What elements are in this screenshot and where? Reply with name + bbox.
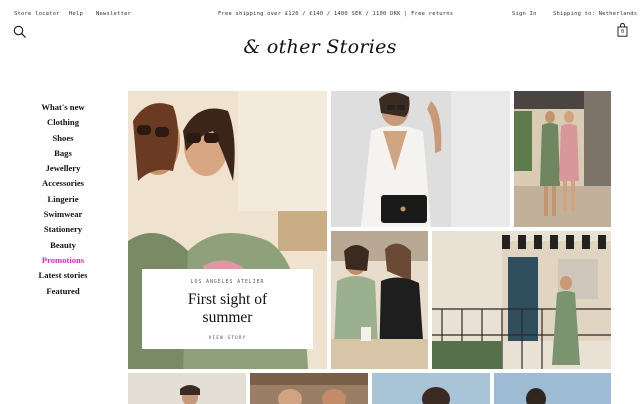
story-headline-line2: summer xyxy=(202,309,253,326)
image-woman-by-house[interactable] xyxy=(432,231,611,369)
image-women-cafe[interactable] xyxy=(331,231,428,369)
image-bottom-1[interactable] xyxy=(128,373,246,404)
nav-item-swimwear[interactable]: Swimwear xyxy=(20,207,106,222)
nav-item-latest-stories[interactable]: Latest stories xyxy=(20,268,106,283)
nav-item-bags[interactable]: Bags xyxy=(20,146,106,161)
shipping-notice: Free shipping over £120 / €140 / 1400 SE… xyxy=(218,11,454,17)
shipping-to-selector[interactable]: Shipping to: Netherlands xyxy=(553,11,637,17)
nav-item-jewellery[interactable]: Jewellery xyxy=(20,161,106,176)
view-story-link[interactable]: VIEW STORY xyxy=(142,336,313,341)
utility-bar: Store locator Help Newsletter Free shipp… xyxy=(0,0,640,26)
feature-story-card[interactable]: LOS ANGELES ATELIER First sight of summe… xyxy=(142,269,313,349)
image-white-jumpsuit-belt-bag[interactable] xyxy=(331,91,510,227)
nav-item-featured[interactable]: Featured xyxy=(20,284,106,299)
image-women-on-steps[interactable] xyxy=(514,91,611,227)
brand-logo[interactable]: & other Stories xyxy=(0,36,640,58)
category-nav: What's new Clothing Shoes Bags Jewellery… xyxy=(20,100,106,299)
nav-item-accessories[interactable]: Accessories xyxy=(20,176,106,191)
image-bottom-3[interactable] xyxy=(372,373,490,404)
bag-count: 0 xyxy=(620,29,624,35)
store-locator-link[interactable]: Store locator xyxy=(14,11,60,17)
help-link[interactable]: Help xyxy=(69,11,83,17)
shopping-bag-icon[interactable]: 0 xyxy=(617,23,628,37)
nav-item-clothing[interactable]: Clothing xyxy=(20,115,106,130)
newsletter-link[interactable]: Newsletter xyxy=(96,11,131,17)
image-bottom-2[interactable] xyxy=(250,373,368,404)
nav-item-whats-new[interactable]: What's new xyxy=(20,100,106,115)
nav-item-stationery[interactable]: Stationery xyxy=(20,222,106,237)
nav-item-lingerie[interactable]: Lingerie xyxy=(20,192,106,207)
nav-item-promotions[interactable]: Promotions xyxy=(20,253,106,268)
story-kicker: LOS ANGELES ATELIER xyxy=(190,280,265,285)
story-headline-line1: First sight of xyxy=(187,291,268,308)
nav-item-beauty[interactable]: Beauty xyxy=(20,238,106,253)
sign-in-link[interactable]: Sign In xyxy=(512,11,537,17)
nav-item-shoes[interactable]: Shoes xyxy=(20,131,106,146)
image-bottom-4[interactable] xyxy=(494,373,611,404)
